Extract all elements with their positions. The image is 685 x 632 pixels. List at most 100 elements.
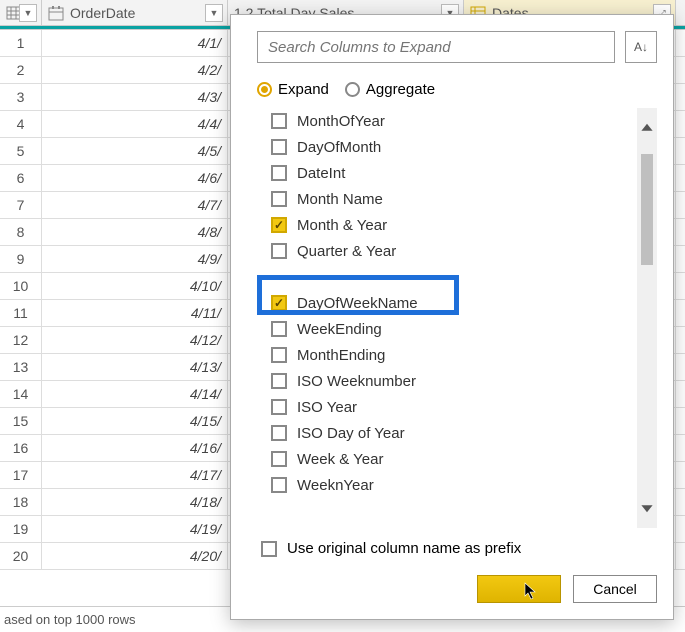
row-number: 13	[0, 354, 42, 380]
expand-mode-radio-group: Expand Aggregate	[257, 81, 657, 98]
cancel-button[interactable]: Cancel	[573, 575, 657, 603]
column-option-label: Week & Year	[297, 451, 383, 468]
column-option-label: WeeknYear	[297, 477, 374, 494]
column-option-label: WeekEnding	[297, 321, 382, 338]
column-option[interactable]: ISO Year	[271, 394, 637, 420]
column-option[interactable]: ISO Day of Year	[271, 420, 637, 446]
checkbox-icon	[271, 139, 287, 155]
row-number: 2	[0, 57, 42, 83]
cell-orderdate[interactable]: 4/17/	[42, 462, 228, 488]
column-header-orderdate[interactable]: OrderDate ▼	[42, 0, 228, 25]
column-option-label: MonthEnding	[297, 347, 385, 364]
checkbox-icon	[271, 191, 287, 207]
checkbox-icon	[271, 399, 287, 415]
ok-button[interactable]: OK	[477, 575, 561, 603]
row-number: 5	[0, 138, 42, 164]
search-input[interactable]	[257, 31, 615, 63]
column-option-label: MonthOfYear	[297, 113, 385, 130]
row-number: 18	[0, 489, 42, 515]
cell-orderdate[interactable]: 4/13/	[42, 354, 228, 380]
chevron-down-icon[interactable]: ▼	[19, 4, 37, 22]
column-option-label: Month Name	[297, 191, 383, 208]
checkbox-icon	[271, 165, 287, 181]
cell-orderdate[interactable]: 4/20/	[42, 543, 228, 569]
cell-orderdate[interactable]: 4/18/	[42, 489, 228, 515]
column-option[interactable]: WeekEnding	[271, 316, 637, 342]
column-option[interactable]: ✓ Month & Year	[271, 212, 637, 238]
cell-orderdate[interactable]: 4/9/	[42, 246, 228, 272]
radio-label: Aggregate	[366, 81, 435, 98]
checkbox-icon: ✓	[271, 217, 287, 233]
row-number: 9	[0, 246, 42, 272]
checkbox-icon	[271, 451, 287, 467]
column-option-label: DayOfWeekName	[297, 295, 418, 312]
column-option[interactable]: ISO Weeknumber	[271, 368, 637, 394]
row-number: 6	[0, 165, 42, 191]
column-option[interactable]: Quarter & Year	[271, 238, 637, 264]
radio-icon	[345, 82, 360, 97]
scroll-thumb[interactable]	[641, 154, 653, 265]
row-number: 10	[0, 273, 42, 299]
sort-button[interactable]: A↓	[625, 31, 657, 63]
cell-orderdate[interactable]: 4/8/	[42, 219, 228, 245]
column-option[interactable]: DateInt	[271, 160, 637, 186]
cell-orderdate[interactable]: 4/16/	[42, 435, 228, 461]
scroll-up-icon[interactable]	[637, 108, 657, 148]
row-number: 14	[0, 381, 42, 407]
use-prefix-checkbox[interactable]: Use original column name as prefix	[261, 540, 657, 557]
column-option-label: ISO Weeknumber	[297, 373, 416, 390]
cell-orderdate[interactable]: 4/15/	[42, 408, 228, 434]
column-option[interactable]: MonthOfYear	[271, 108, 637, 134]
cell-orderdate[interactable]: 4/14/	[42, 381, 228, 407]
cell-orderdate[interactable]: 4/10/	[42, 273, 228, 299]
cell-orderdate[interactable]: 4/2/	[42, 57, 228, 83]
cell-orderdate[interactable]: 4/4/	[42, 111, 228, 137]
radio-label: Expand	[278, 81, 329, 98]
scrollbar[interactable]	[637, 108, 657, 528]
row-number: 12	[0, 327, 42, 353]
checkbox-icon	[271, 425, 287, 441]
cell-orderdate[interactable]: 4/19/	[42, 516, 228, 542]
row-number: 17	[0, 462, 42, 488]
chevron-down-icon[interactable]: ▼	[205, 4, 223, 22]
row-number: 4	[0, 111, 42, 137]
checkbox-icon	[271, 113, 287, 129]
column-option-label: Month & Year	[297, 217, 387, 234]
column-option-label: ISO Year	[297, 399, 357, 416]
cell-orderdate[interactable]: 4/3/	[42, 84, 228, 110]
column-option[interactable]: WeeknYear	[271, 472, 637, 498]
column-option[interactable]: ✓ DayOfWeekName	[271, 290, 637, 316]
column-option[interactable]: DayOfMonth	[271, 134, 637, 160]
prefix-label: Use original column name as prefix	[287, 540, 521, 557]
column-option[interactable]: Week & Year	[271, 446, 637, 472]
radio-expand[interactable]: Expand	[257, 81, 329, 98]
row-number: 15	[0, 408, 42, 434]
row-number: 11	[0, 300, 42, 326]
column-option-label: ISO Day of Year	[297, 425, 405, 442]
column-option-label: DayOfMonth	[297, 139, 381, 156]
cell-orderdate[interactable]: 4/7/	[42, 192, 228, 218]
checkbox-icon	[271, 321, 287, 337]
row-number: 16	[0, 435, 42, 461]
status-text: ased on top 1000 rows	[4, 612, 136, 627]
sort-az-icon: A↓	[634, 40, 648, 54]
checkbox-icon: ✓	[271, 295, 287, 311]
row-header-corner[interactable]: ▼	[0, 0, 42, 25]
scroll-down-icon[interactable]	[637, 488, 657, 528]
checkbox-icon	[271, 347, 287, 363]
radio-aggregate[interactable]: Aggregate	[345, 81, 435, 98]
cell-orderdate[interactable]: 4/5/	[42, 138, 228, 164]
column-option[interactable]: Month Name	[271, 186, 637, 212]
cell-orderdate[interactable]: 4/12/	[42, 327, 228, 353]
button-label: Cancel	[593, 581, 637, 597]
cell-orderdate[interactable]: 4/1/	[42, 30, 228, 56]
column-list: MonthOfYear DayOfMonth DateInt Month Name ✓ M…	[247, 108, 637, 528]
cell-orderdate[interactable]: 4/6/	[42, 165, 228, 191]
date-icon	[48, 5, 64, 21]
radio-icon	[257, 82, 272, 97]
row-number: 3	[0, 84, 42, 110]
cell-orderdate[interactable]: 4/11/	[42, 300, 228, 326]
row-number: 8	[0, 219, 42, 245]
checkbox-icon	[271, 373, 287, 389]
column-option[interactable]: MonthEnding	[271, 342, 637, 368]
